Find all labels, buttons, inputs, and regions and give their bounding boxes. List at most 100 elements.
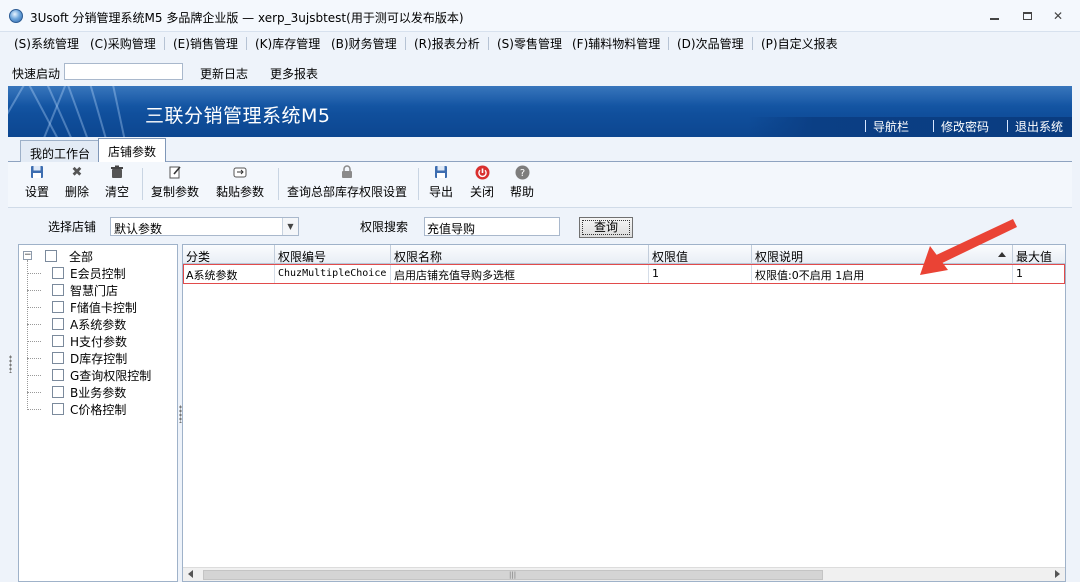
maximize-button[interactable] (1017, 8, 1037, 24)
tree-item-label: A系统参数 (70, 317, 127, 332)
tab-strip: 我的工作台 店铺参数 (8, 138, 1072, 163)
scroll-right-icon[interactable] (1055, 570, 1060, 578)
more-reports-link[interactable]: 更多报表 (270, 65, 318, 82)
menu-sales[interactable]: (E)销售管理 (173, 35, 238, 52)
menu-finance[interactable]: (B)财务管理 (331, 35, 397, 52)
tree-item-label: G查询权限控制 (70, 368, 152, 383)
delete-icon: ✖ (71, 165, 83, 180)
menu-custom-reports[interactable]: (P)自定义报表 (761, 35, 838, 52)
cell-code: ChuzMultipleChoice (275, 265, 391, 283)
clear-icon (109, 165, 125, 181)
menu-separator (164, 37, 165, 50)
store-select-label: 选择店铺 (48, 220, 97, 234)
set-button[interactable]: 设置 (25, 165, 49, 200)
hq-stock-permission-label: 查询总部库存权限设置 (287, 185, 408, 199)
tree-item-label: B业务参数 (70, 385, 127, 400)
tree-item[interactable]: D库存控制 (52, 350, 127, 366)
copy-params-button[interactable]: 复制参数 (151, 165, 199, 200)
close-window-button[interactable]: ✕ (1048, 8, 1068, 24)
horizontal-scrollbar[interactable]: ||| (183, 567, 1065, 581)
minimize-button[interactable] (984, 8, 1004, 24)
change-password-link[interactable]: 修改密码 (941, 118, 989, 135)
left-panel-grip[interactable] (9, 355, 12, 373)
collapse-icon[interactable]: − (23, 251, 32, 260)
tree-item[interactable]: G查询权限控制 (52, 367, 151, 383)
copy-params-label: 复制参数 (151, 185, 200, 199)
column-header[interactable]: 分类 (183, 245, 275, 264)
tree-item-checkbox[interactable] (52, 369, 64, 381)
tree-root[interactable]: 全部 (45, 248, 93, 264)
help-button[interactable]: ? 帮助 (510, 165, 534, 200)
nav-bar-link[interactable]: 导航栏 (873, 118, 909, 135)
cell-description: 权限值:0不启用 1启用 (752, 265, 1013, 283)
tree-item-checkbox[interactable] (52, 352, 64, 364)
column-header[interactable]: 权限名称 (391, 245, 649, 264)
tree-item[interactable]: F储值卡控制 (52, 299, 137, 315)
tree-item-checkbox[interactable] (52, 335, 64, 347)
tree-item[interactable]: H支付参数 (52, 333, 127, 349)
close-label: 关闭 (470, 185, 495, 199)
tree-item-label: D库存控制 (70, 351, 128, 366)
menu-bar: (S)系统管理 (C)采购管理 (E)销售管理 (K)库存管理 (B)财务管理 … (0, 32, 1080, 54)
store-select[interactable]: 默认参数 ▼ (110, 217, 299, 236)
tab-store-params[interactable]: 店铺参数 (98, 138, 167, 163)
scroll-left-icon[interactable] (188, 570, 193, 578)
menu-separator (668, 37, 669, 50)
save-icon (29, 165, 45, 181)
tree-item-checkbox[interactable] (52, 318, 64, 330)
menu-separator (752, 37, 753, 50)
clear-button[interactable]: 清空 (105, 165, 129, 200)
svg-text:?: ? (519, 168, 524, 179)
close-icon (474, 165, 490, 181)
menu-separator (405, 37, 406, 50)
menu-retail[interactable]: (S)零售管理 (497, 35, 562, 52)
query-button[interactable]: 查询 (579, 217, 633, 238)
tab-workbench[interactable]: 我的工作台 (20, 140, 101, 162)
tree-item-checkbox[interactable] (52, 386, 64, 398)
cell-value[interactable]: 1 (649, 265, 752, 283)
export-icon (433, 165, 449, 181)
menu-defects[interactable]: (D)次品管理 (677, 35, 744, 52)
changelog-link[interactable]: 更新日志 (200, 65, 248, 82)
tree-item-checkbox[interactable] (52, 301, 64, 313)
tree-item[interactable]: E会员控制 (52, 265, 126, 281)
title-bar: 3Usoft 分销管理系统M5 多品牌企业版 — xerp_3ujsbtest(… (0, 0, 1080, 32)
chevron-down-icon[interactable]: ▼ (282, 218, 298, 235)
hq-stock-permission-button[interactable]: 查询总部库存权限设置 (287, 165, 407, 200)
menu-inventory[interactable]: (K)库存管理 (255, 35, 320, 52)
sort-ascending-icon (998, 252, 1006, 257)
export-button[interactable]: 导出 (429, 165, 453, 200)
app-banner: 三联分销管理系统M5 导航栏 修改密码 退出系统 (8, 86, 1072, 137)
tree-item[interactable]: C价格控制 (52, 401, 126, 417)
menu-reports[interactable]: (R)报表分析 (414, 35, 480, 52)
tree-item-checkbox[interactable] (52, 403, 64, 415)
quick-launch-input[interactable] (64, 63, 183, 80)
permission-grid: 分类 权限编号 权限名称 权限值 权限说明 最大值 A系统参数 ChuzMult… (182, 244, 1066, 582)
menu-purchase[interactable]: (C)采购管理 (90, 35, 156, 52)
column-header[interactable]: 权限编号 (275, 245, 391, 264)
column-header[interactable]: 权限说明 (752, 245, 1013, 264)
tree-item-checkbox[interactable] (52, 284, 64, 296)
tree-item-checkbox[interactable] (52, 267, 64, 279)
logout-link[interactable]: 退出系统 (1015, 118, 1063, 135)
delete-button[interactable]: ✖ 删除 (65, 165, 89, 200)
help-label: 帮助 (510, 185, 535, 199)
permission-search-input[interactable]: 充值导购 (424, 217, 560, 236)
column-header[interactable]: 权限值 (649, 245, 752, 264)
clear-label: 清空 (105, 185, 130, 199)
delete-label: 删除 (65, 185, 90, 199)
tree-item[interactable]: B业务参数 (52, 384, 126, 400)
export-label: 导出 (429, 185, 454, 199)
close-button[interactable]: 关闭 (470, 165, 494, 200)
table-row[interactable]: A系统参数 ChuzMultipleChoice 启用店铺充值导购多选框 1 权… (183, 265, 1065, 283)
tree-item[interactable]: 智慧门店 (52, 282, 118, 298)
menu-system[interactable]: (S)系统管理 (14, 35, 79, 52)
tree-item[interactable]: A系统参数 (52, 316, 126, 332)
grid-header: 分类 权限编号 权限名称 权限值 权限说明 最大值 (183, 245, 1065, 264)
permission-search-label: 权限搜索 (360, 220, 409, 234)
column-header[interactable]: 最大值 (1013, 245, 1065, 264)
paste-params-button[interactable]: 黏贴参数 (216, 165, 264, 200)
menu-materials[interactable]: (F)辅料物料管理 (572, 35, 660, 52)
banner-title: 三联分销管理系统M5 (145, 105, 331, 127)
tree-root-checkbox[interactable] (45, 250, 57, 262)
